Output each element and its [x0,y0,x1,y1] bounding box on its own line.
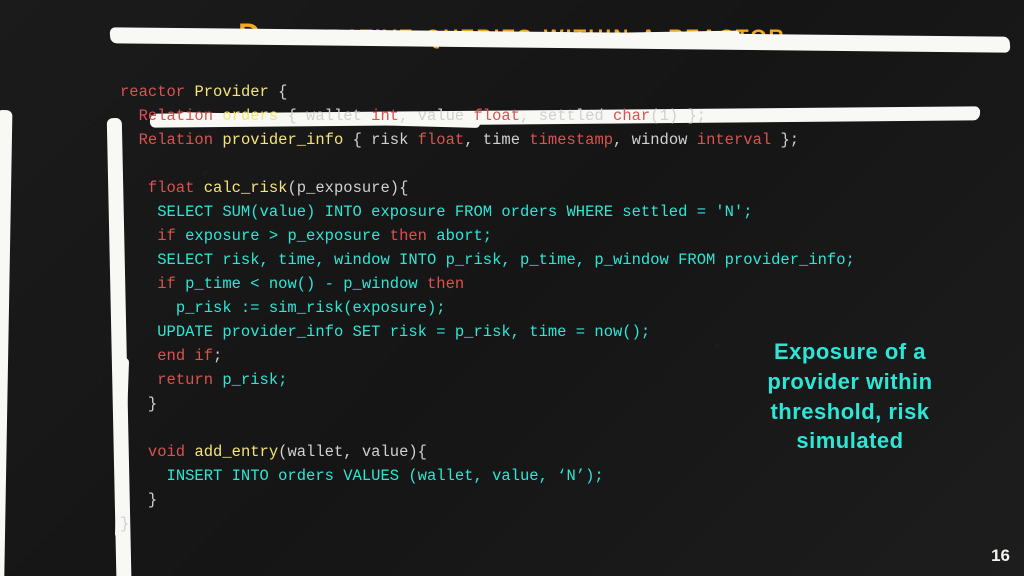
fn-add-entry: add_entry [194,443,278,461]
sql-update: UPDATE provider_info SET risk = p_risk, … [157,323,650,341]
sql-select-exposure: SELECT SUM(value) INTO exposure FROM ord… [157,203,752,221]
sql-insert: INSERT INTO orders VALUES (wallet, value… [167,467,604,485]
callout-text: Exposure of a provider within threshold,… [740,337,960,456]
sql-select-risk: SELECT risk, time, window INTO p_risk, p… [157,251,855,269]
slide-title: Declarative queries within a reactor [40,18,984,52]
ident-orders: orders [222,107,278,125]
ident-provider: Provider [194,83,268,101]
kw-reactor: reactor [120,83,185,101]
ident-provider-info: provider_info [222,131,343,149]
slide: Declarative queries within a reactor rea… [0,0,1024,576]
fn-calc-risk: calc_risk [204,179,288,197]
page-number: 16 [991,546,1010,566]
kw-relation: Relation [139,107,213,125]
code-block: reactor Provider { Relation orders { wal… [120,80,984,536]
